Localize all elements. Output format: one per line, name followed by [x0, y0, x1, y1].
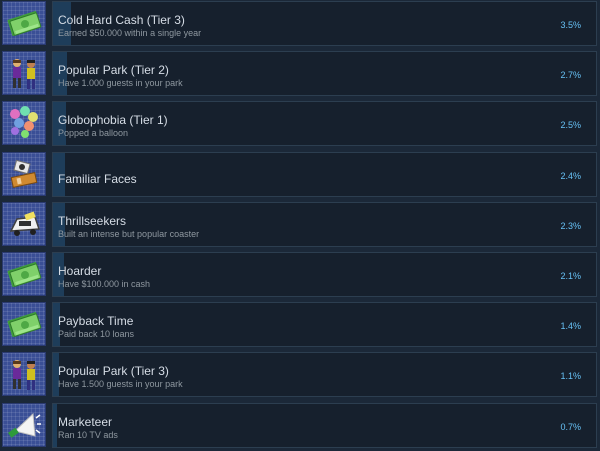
achievement-title: Popular Park (Tier 3) [58, 364, 169, 379]
achievement-title: Familiar Faces [58, 171, 137, 186]
achievement-row[interactable]: Payback Time Paid back 10 loans 1.4% [0, 301, 600, 348]
achievement-row[interactable]: Popular Park (Tier 3) Have 1.500 guests i… [0, 351, 600, 398]
megaphone-icon [2, 402, 46, 447]
balloons-icon [2, 101, 46, 146]
ride-photo-icon [2, 151, 46, 196]
unlock-percentage: 2.5% [560, 120, 581, 131]
cash-icon [2, 1, 46, 45]
achievement-row[interactable]: Cold Hard Cash (Tier 3) Earned $50.000 wi… [0, 0, 600, 47]
cash-icon [2, 252, 46, 296]
achievement-row[interactable]: Marketeer Ran 10 TV ads 0.7% [0, 402, 600, 449]
coaster-car-icon [2, 201, 46, 246]
achievement-title: Marketeer [58, 414, 113, 429]
achievement-title: Globophobia (Tier 1) [58, 113, 168, 128]
achievement-description: Paid back 10 loans [58, 329, 135, 340]
achievement-title: Thrillseekers [58, 213, 127, 228]
achievement-row[interactable]: Globophobia (Tier 1) Popped a balloon 2.5% [0, 100, 600, 147]
achievement-description: Built an intense but popular coaster [58, 228, 200, 239]
achievement-row[interactable]: Hoarder Have $100.000 in cash 2.1% [0, 251, 600, 298]
achievement-description: Have $100.000 in cash [58, 279, 151, 289]
unlock-percentage: 3.5% [560, 20, 581, 30]
achievement-row[interactable]: Familiar Faces 2.4% [0, 151, 600, 198]
achievement-description: Ran 10 TV ads [58, 429, 118, 440]
achievement-row[interactable]: Popular Park (Tier 2) Have 1.000 guests i… [0, 50, 600, 97]
unlock-percentage: 2.4% [560, 170, 581, 181]
unlock-percentage: 0.7% [560, 421, 581, 432]
achievement-list: Cold Hard Cash (Tier 3) Earned $50.000 wi… [0, 0, 600, 451]
guests-icon [2, 51, 46, 96]
unlock-percentage: 1.4% [560, 321, 581, 332]
progress-bar-fill [53, 403, 57, 447]
unlock-percentage: 2.7% [560, 70, 581, 81]
achievement-title: Cold Hard Cash (Tier 3) [58, 13, 185, 27]
achievement-description: Popped a balloon [58, 128, 129, 139]
cash-icon [2, 302, 46, 347]
achievement-title: Hoarder [58, 264, 102, 278]
achievement-row[interactable]: Thrillseekers Built an intense but popula… [0, 201, 600, 248]
unlock-percentage: 2.3% [560, 220, 581, 231]
achievement-title: Popular Park (Tier 2) [58, 63, 169, 78]
unlock-percentage: 2.1% [560, 271, 581, 281]
achievement-title: Payback Time [58, 314, 134, 329]
achievement-description: Earned $50.000 within a single year [58, 28, 202, 38]
progress-bar [52, 402, 597, 448]
progress-bar [52, 201, 597, 247]
achievement-description: Have 1.000 guests in your park [58, 78, 183, 89]
achievement-description: Have 1.500 guests in your park [58, 379, 183, 390]
progress-bar [52, 302, 597, 348]
unlock-percentage: 1.1% [560, 371, 581, 382]
guests-icon [2, 352, 46, 397]
progress-bar [52, 252, 597, 297]
